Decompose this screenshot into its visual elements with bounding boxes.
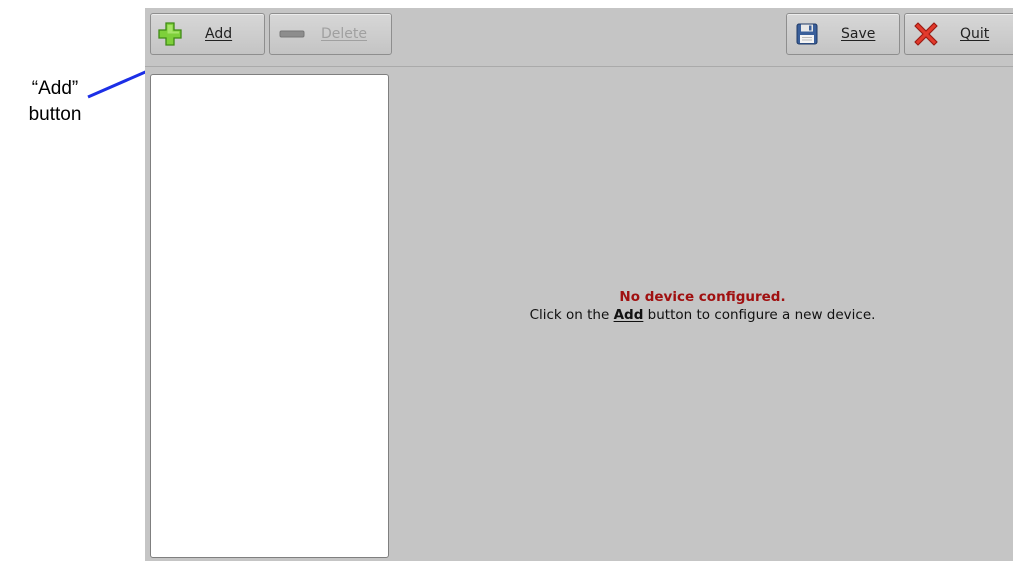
empty-state-title: No device configured.: [619, 289, 786, 305]
save-button[interactable]: Save: [786, 13, 900, 55]
annotation-label: “Add” button: [0, 76, 110, 128]
annotation-line-2: button: [28, 104, 82, 125]
delete-button-label: Delete: [321, 26, 367, 42]
red-x-icon: [912, 20, 940, 48]
quit-button-label: Quit: [960, 26, 990, 42]
instructions-prefix: Click on the: [529, 307, 614, 323]
add-button-label: Add: [205, 26, 233, 42]
instructions-suffix: button to configure a new device.: [643, 307, 876, 323]
instructions-add-keyword: Add: [613, 307, 644, 323]
quit-button[interactable]: Quit: [904, 13, 1013, 55]
add-button[interactable]: Add: [150, 13, 265, 55]
save-button-label: Save: [841, 26, 876, 42]
annotation-line-1: “Add”: [31, 78, 79, 99]
device-manager-window: Add Delete Save Quit No device configure…: [145, 8, 1013, 561]
delete-button[interactable]: Delete: [269, 13, 392, 55]
toolbar: Add Delete Save Quit: [145, 8, 1013, 67]
minus-icon: [279, 27, 305, 41]
floppy-disk-icon: [795, 22, 819, 46]
device-list[interactable]: [150, 74, 389, 558]
empty-state-instructions: Click on the Add button to configure a n…: [392, 306, 1013, 324]
plus-icon: [157, 21, 183, 47]
empty-state-message: No device configured. Click on the Add b…: [392, 288, 1013, 324]
